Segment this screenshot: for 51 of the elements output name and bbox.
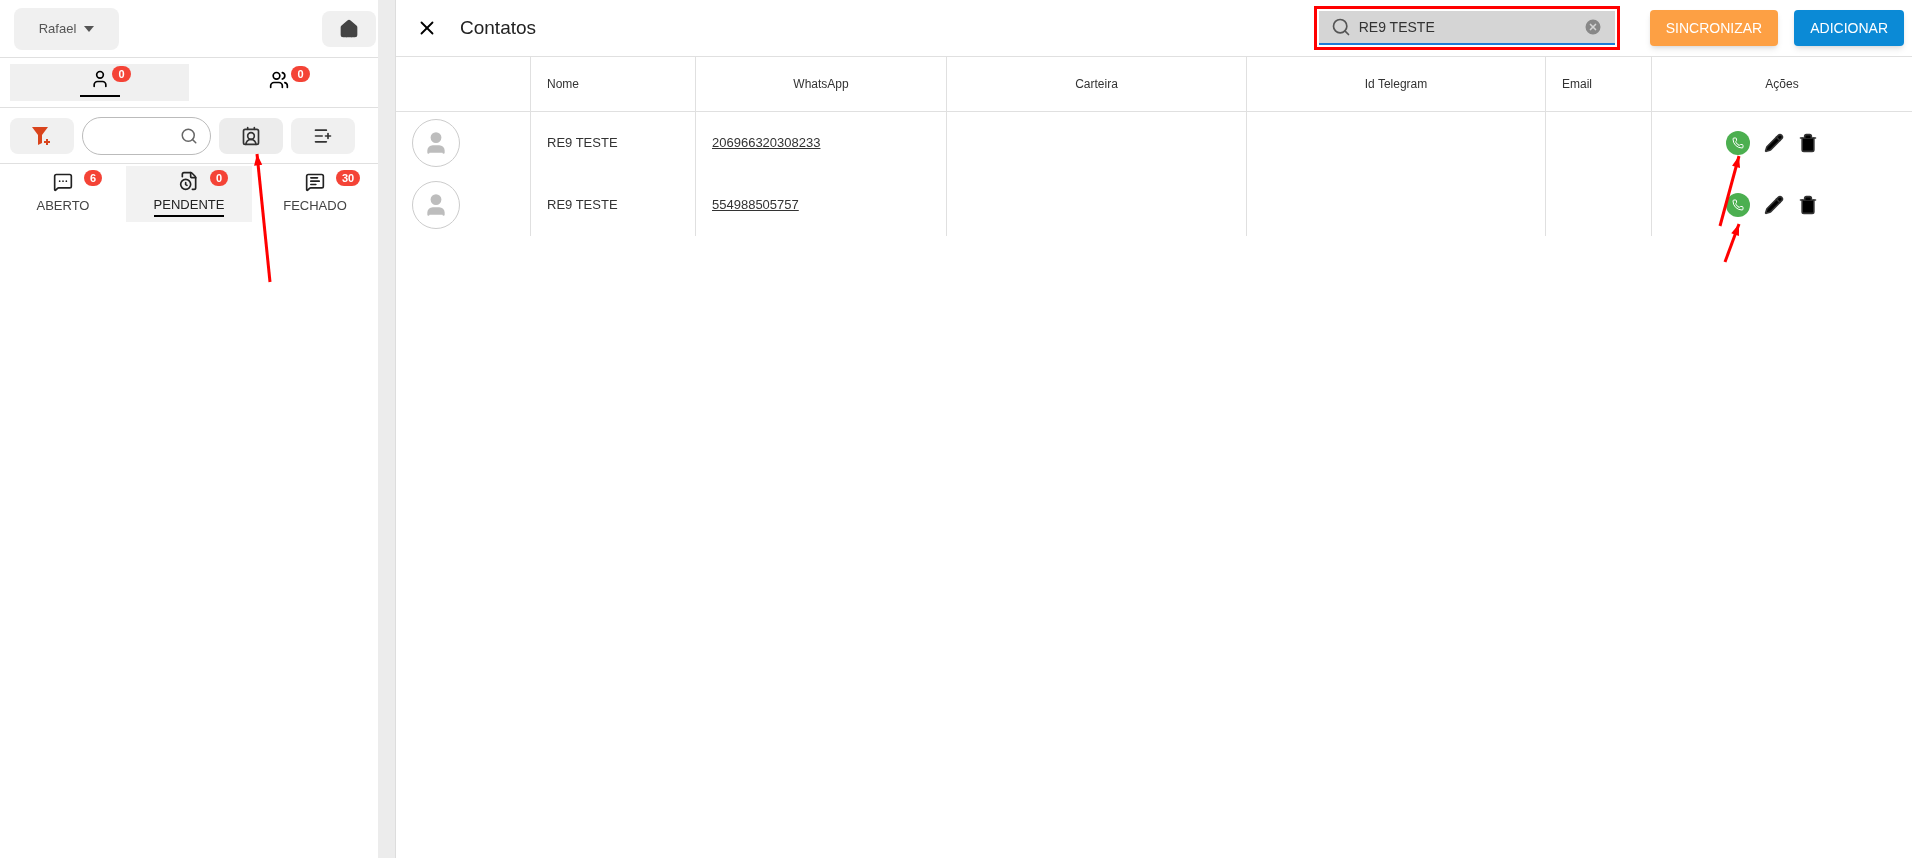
column-header: Nome <box>547 76 579 93</box>
user-dropdown[interactable]: Rafael <box>14 7 119 50</box>
home-button[interactable] <box>322 10 376 47</box>
dialog-title: Contatos <box>460 15 537 40</box>
pencil-icon <box>1764 195 1784 215</box>
column-header: Carteira <box>1075 76 1118 93</box>
queue-tab[interactable]: 0 <box>10 64 189 101</box>
count-badge: 0 <box>210 170 229 186</box>
count-badge: 6 <box>84 170 103 186</box>
contact-card-icon <box>241 125 261 146</box>
edit-button[interactable] <box>1764 133 1784 153</box>
chat-icon <box>53 172 73 193</box>
add-button[interactable]: ADICIONAR <box>1794 10 1904 46</box>
edit-button[interactable] <box>1764 195 1784 215</box>
filter-button[interactable] <box>10 117 74 154</box>
whatsapp-button[interactable] <box>1726 131 1750 155</box>
count-badge: 30 <box>336 170 361 186</box>
column-header: Id Telegram <box>1364 76 1428 93</box>
status-tab[interactable]: FECHADO 30 <box>252 166 378 222</box>
clear-icon <box>1582 17 1603 37</box>
column-header: WhatsApp <box>793 76 849 93</box>
phone-link[interactable]: 554988505757 <box>712 195 799 215</box>
count-badge: 0 <box>112 66 131 82</box>
whatsapp-button[interactable] <box>1726 193 1750 217</box>
phone-icon <box>1732 137 1744 149</box>
queue-tab[interactable]: 0 <box>189 64 368 101</box>
document-clock-icon <box>179 171 199 192</box>
trash-icon <box>1798 133 1818 153</box>
search-field[interactable]: RE9 TESTE <box>1318 11 1615 45</box>
delete-button[interactable] <box>1798 133 1818 153</box>
column-header: Email <box>1562 76 1592 93</box>
column-header: Ações <box>1765 76 1799 93</box>
delete-button[interactable] <box>1798 195 1818 215</box>
phone-icon <box>1732 199 1744 211</box>
new-ticket-button[interactable] <box>291 117 355 154</box>
search-icon <box>1330 17 1351 37</box>
table-cell-text: RE9 TESTE <box>547 196 618 215</box>
trash-icon <box>1798 195 1818 215</box>
count-badge: 0 <box>291 66 310 82</box>
table-cell-text: RE9 TESTE <box>547 134 618 153</box>
search-icon <box>180 126 198 145</box>
group-icon <box>268 69 289 90</box>
contacts-button[interactable] <box>219 117 283 154</box>
pencil-icon <box>1764 133 1784 153</box>
phone-link[interactable]: 206966320308233 <box>712 133 821 153</box>
status-tab[interactable]: ABERTO 6 <box>0 166 126 222</box>
status-tab[interactable]: PENDENTE 0 <box>126 166 252 222</box>
chat-icon <box>305 172 325 193</box>
home-icon <box>339 18 359 39</box>
caret-icon <box>84 25 95 32</box>
search-value: RE9 TESTE <box>1358 17 1436 37</box>
